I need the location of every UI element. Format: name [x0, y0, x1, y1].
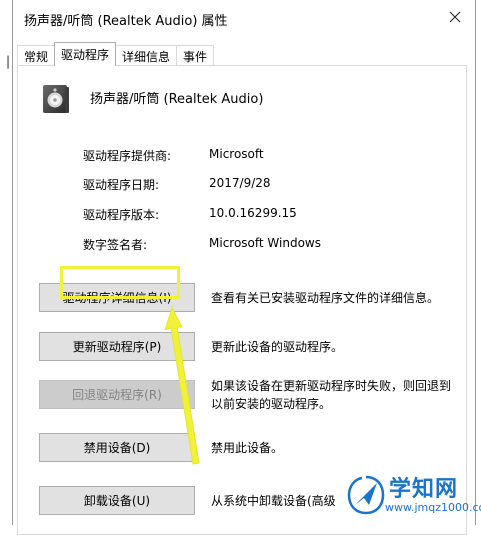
- tab-driver-label: 驱动程序: [61, 46, 109, 63]
- tab-general-label: 常规: [24, 48, 48, 65]
- tab-strip: 常规 驱动程序 详细信息 事件: [17, 42, 213, 66]
- disable-device-description: 禁用此设备。: [211, 439, 283, 457]
- provider-value: Microsoft: [209, 147, 264, 161]
- update-driver-button-label: 更新驱动程序(P): [73, 338, 162, 355]
- close-button[interactable]: [439, 2, 471, 32]
- tab-events-label: 事件: [183, 48, 207, 65]
- uninstall-device-button[interactable]: 卸载设备(U): [39, 486, 195, 515]
- window-title: 扬声器/听筒 (Realtek Audio) 属性: [24, 10, 228, 29]
- tab-details-label: 详细信息: [122, 48, 170, 65]
- signer-label: 数字签名者:: [83, 236, 147, 253]
- rollback-driver-button-label: 回退驱动程序(R): [72, 386, 162, 403]
- date-value: 2017/9/28: [209, 176, 271, 190]
- speaker-icon: [40, 83, 72, 115]
- rollback-driver-button: 回退驱动程序(R): [39, 380, 195, 409]
- uninstall-device-button-label: 卸载设备(U): [84, 492, 150, 509]
- tab-details[interactable]: 详细信息: [115, 45, 177, 66]
- driver-details-description: 查看有关已安装驱动程序文件的详细信息。: [211, 289, 439, 307]
- disable-device-button[interactable]: 禁用设备(D): [39, 433, 195, 462]
- date-label: 驱动程序日期:: [83, 176, 159, 193]
- device-name: 扬声器/听筒 (Realtek Audio): [90, 88, 263, 107]
- uninstall-device-description: 从系统中卸载设备(高级: [211, 492, 336, 510]
- version-label: 驱动程序版本:: [83, 206, 159, 223]
- tab-general[interactable]: 常规: [17, 45, 55, 66]
- properties-dialog: 扬声器/听筒 (Realtek Audio) 属性 常规 驱动程序 详细信息 事…: [12, 0, 476, 525]
- title-bar[interactable]: 扬声器/听筒 (Realtek Audio) 属性: [13, 0, 475, 36]
- driver-details-button[interactable]: 驱动程序详细信息(I): [39, 283, 195, 312]
- driver-details-button-label: 驱动程序详细信息(I): [63, 289, 172, 306]
- signer-value: Microsoft Windows: [209, 236, 321, 250]
- disable-device-button-label: 禁用设备(D): [84, 439, 151, 456]
- update-driver-button[interactable]: 更新驱动程序(P): [39, 332, 195, 361]
- update-driver-description: 更新此设备的驱动程序。: [211, 338, 343, 356]
- provider-label: 驱动程序提供商:: [83, 147, 171, 164]
- version-value: 10.0.16299.15: [209, 206, 297, 220]
- tab-events[interactable]: 事件: [176, 45, 214, 66]
- driver-tab-panel: 扬声器/听筒 (Realtek Audio) 驱动程序提供商: Microsof…: [17, 65, 467, 535]
- rollback-description-line-1: 如果该设备在更新驱动程序时失败，则回退到: [211, 379, 451, 393]
- tab-driver[interactable]: 驱动程序: [54, 42, 116, 66]
- close-icon: [449, 11, 461, 23]
- rollback-driver-description: 如果该设备在更新驱动程序时失败，则回退到 以前安装的驱动程序。: [211, 377, 451, 413]
- rollback-description-line-2: 以前安装的驱动程序。: [211, 397, 331, 411]
